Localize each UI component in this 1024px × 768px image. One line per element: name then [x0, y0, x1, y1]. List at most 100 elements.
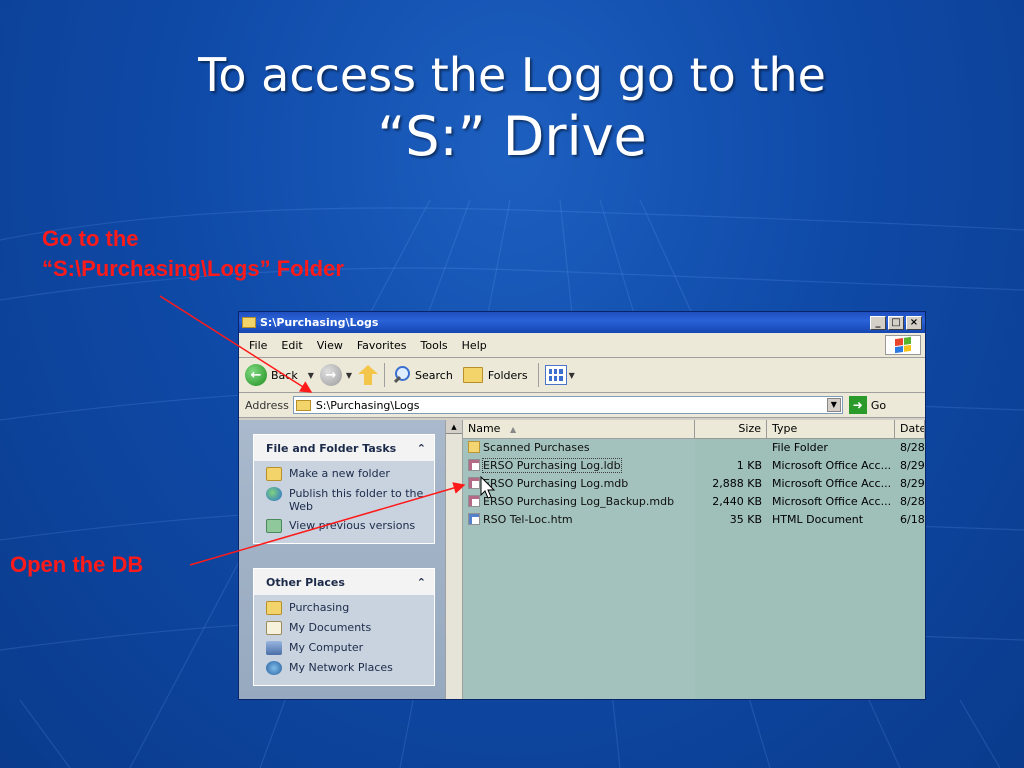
address-dropdown-icon[interactable]: ▼ — [826, 398, 841, 412]
windows-logo-icon — [885, 335, 921, 355]
file-date: 8/29 — [900, 477, 925, 490]
file-size: 35 KB — [729, 513, 762, 526]
slide-title: To access the Log go to the “S:” Drive — [0, 44, 1024, 168]
place-my-documents[interactable]: My Documents — [266, 621, 434, 635]
annotation-folder-line2: “S:\Purchasing\Logs” Folder — [42, 256, 344, 281]
folders-icon — [462, 367, 483, 383]
address-input[interactable]: S:\Purchasing\Logs ▼ — [292, 396, 843, 414]
panel-title: File and Folder Tasks — [266, 441, 397, 455]
address-bar: Address S:\Purchasing\Logs ▼ ➜ Go — [239, 393, 925, 418]
sorted-column-highlight — [463, 438, 695, 699]
collapse-chevron-icon[interactable]: ⌃ — [417, 442, 426, 455]
file-date: 8/28 — [900, 441, 925, 454]
collapse-chevron-icon[interactable]: ⌃ — [417, 576, 426, 589]
search-button[interactable]: Search — [391, 365, 453, 385]
window-titlebar[interactable]: S:\Purchasing\Logs _ □ × — [239, 312, 925, 333]
folders-button[interactable]: Folders — [462, 367, 528, 383]
back-arrow-icon: ← — [245, 364, 267, 386]
computer-icon — [266, 641, 282, 655]
sort-ascending-icon: ▲ — [509, 425, 517, 434]
forward-button[interactable]: → — [319, 364, 342, 386]
globe-icon — [266, 487, 282, 501]
go-arrow-icon[interactable]: ➜ — [848, 396, 867, 414]
place-label: My Documents — [289, 621, 372, 634]
panel-header[interactable]: File and Folder Tasks ⌃ — [254, 435, 434, 461]
file-type: File Folder — [772, 441, 828, 454]
forward-dropdown-icon[interactable]: ▼ — [346, 371, 352, 380]
back-button[interactable]: ← Back — [245, 364, 298, 386]
file-date: 8/29 — [900, 459, 925, 472]
file-type: Microsoft Office Acc... — [772, 495, 892, 508]
place-my-network-places[interactable]: My Network Places — [266, 661, 434, 675]
task-pane-scrollbar[interactable]: ▲ — [445, 420, 463, 699]
folder-icon — [295, 399, 311, 411]
minimize-button[interactable]: _ — [870, 315, 886, 330]
toolbar-separator — [537, 363, 539, 387]
maximize-button[interactable]: □ — [888, 315, 904, 330]
task-label: View previous versions — [289, 519, 416, 532]
menu-bar: File Edit View Favorites Tools Help — [239, 333, 925, 358]
views-icon — [544, 365, 567, 385]
explorer-window: S:\Purchasing\Logs _ □ × File Edit View … — [238, 311, 926, 700]
slide-title-line2: “S:” Drive — [377, 105, 647, 168]
file-size: 1 KB — [736, 459, 762, 472]
address-label: Address — [245, 398, 289, 412]
close-button[interactable]: × — [906, 315, 922, 330]
folders-label: Folders — [487, 368, 528, 382]
address-value: S:\Purchasing\Logs — [315, 398, 420, 412]
place-label: My Computer — [289, 641, 364, 654]
task-publish-folder[interactable]: Publish this folder to the Web — [266, 487, 434, 513]
search-icon — [391, 365, 411, 385]
file-list-header: Name ▲ Size Type Date — [463, 420, 925, 439]
annotation-folder-line1: Go to the — [42, 226, 139, 251]
slide-title-line1: To access the Log go to the — [198, 48, 826, 102]
annotation-open-db: Open the DB — [10, 552, 144, 577]
task-view-previous-versions[interactable]: View previous versions — [266, 519, 434, 533]
network-icon — [266, 661, 282, 675]
panel-header[interactable]: Other Places ⌃ — [254, 569, 434, 595]
menu-view[interactable]: View — [317, 339, 343, 352]
new-folder-icon — [266, 467, 282, 481]
panel-title: Other Places — [266, 575, 345, 589]
other-places-panel: Other Places ⌃ Purchasing My Documents M… — [253, 568, 435, 686]
window-body: File and Folder Tasks ⌃ Make a new folde… — [239, 420, 925, 699]
views-button[interactable]: ▼ — [544, 365, 581, 385]
toolbar: ← Back ▼ → ▼ Search Folders ▼ — [239, 358, 925, 393]
place-my-computer[interactable]: My Computer — [266, 641, 434, 655]
folder-icon — [266, 601, 282, 615]
file-date: 6/18 — [900, 513, 925, 526]
column-header-size[interactable]: Size — [695, 420, 767, 438]
back-dropdown-icon[interactable]: ▼ — [308, 371, 314, 380]
column-header-type[interactable]: Type — [767, 420, 895, 438]
file-size: 2,888 KB — [712, 477, 762, 490]
toolbar-separator — [384, 363, 386, 387]
column-header-date[interactable]: Date — [895, 420, 925, 438]
column-header-name[interactable]: Name ▲ — [463, 420, 695, 438]
task-label: Make a new folder — [289, 467, 390, 480]
menu-help[interactable]: Help — [462, 339, 487, 352]
file-type: Microsoft Office Acc... — [772, 459, 892, 472]
up-folder-icon[interactable] — [358, 365, 379, 385]
history-icon — [266, 519, 282, 533]
file-folder-tasks-panel: File and Folder Tasks ⌃ Make a new folde… — [253, 434, 435, 544]
annotation-go-to-folder: Go to the “S:\Purchasing\Logs” Folder — [42, 224, 344, 284]
file-type: HTML Document — [772, 513, 864, 526]
task-make-new-folder[interactable]: Make a new folder — [266, 467, 434, 481]
folder-icon — [242, 317, 256, 328]
file-type: Microsoft Office Acc... — [772, 477, 892, 490]
menu-edit[interactable]: Edit — [281, 339, 302, 352]
views-dropdown-icon: ▼ — [568, 370, 575, 380]
file-date: 8/28 — [900, 495, 925, 508]
place-label: My Network Places — [289, 661, 393, 674]
menu-tools[interactable]: Tools — [421, 339, 448, 352]
file-size: 2,440 KB — [712, 495, 762, 508]
place-label: Purchasing — [289, 601, 350, 614]
search-label: Search — [415, 368, 453, 382]
task-label: Publish this folder to the Web — [289, 487, 424, 513]
scroll-up-icon[interactable]: ▲ — [446, 420, 462, 434]
menu-favorites[interactable]: Favorites — [357, 339, 407, 352]
file-size — [695, 439, 767, 457]
place-purchasing[interactable]: Purchasing — [266, 601, 434, 615]
go-button[interactable]: Go — [871, 399, 886, 412]
menu-file[interactable]: File — [249, 339, 267, 352]
